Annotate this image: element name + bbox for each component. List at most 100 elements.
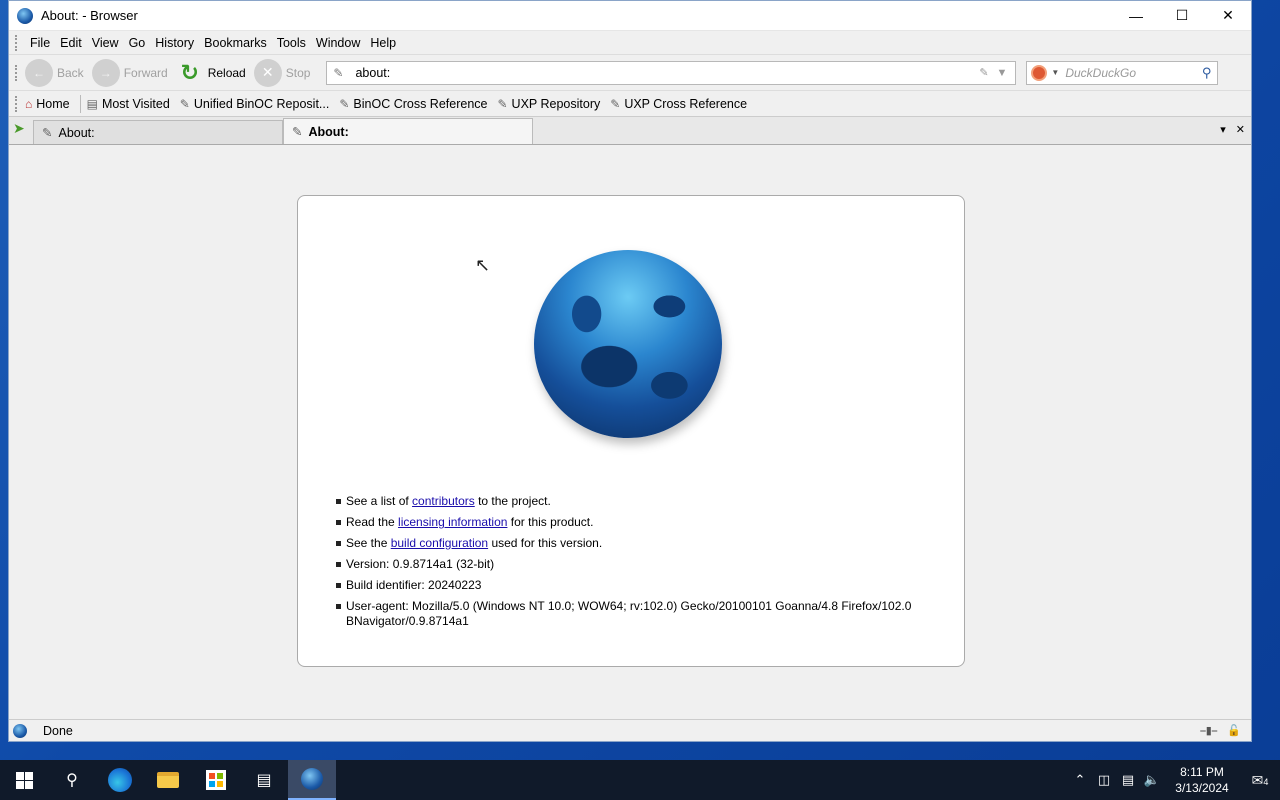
- version-info: Version: 0.9.8714a1 (32-bit): [334, 557, 934, 572]
- browser-globe-icon: [17, 7, 33, 24]
- chevron-up-icon[interactable]: ⌃: [1068, 772, 1092, 788]
- taskbar: ⚲ ▤ ⌃ ◫ ▤ 🔈 8:11 PM 3/13/2024 ✉4: [0, 760, 1280, 800]
- menu-file[interactable]: File: [25, 36, 55, 50]
- bookmark-label: Home: [36, 96, 70, 111]
- user-agent: User-agent: Mozilla/5.0 (Windows NT 10.0…: [334, 599, 934, 629]
- bookmark-label: UXP Repository: [511, 96, 601, 111]
- list-item: See a list of contributors to the projec…: [334, 494, 934, 509]
- menu-view[interactable]: View: [87, 36, 124, 50]
- status-icons: ⎯▮⎯ 🔓: [1200, 724, 1241, 738]
- status-text: Done: [43, 723, 73, 738]
- bookmark-binoc-cross-reference[interactable]: ✎ BinOC Cross Reference: [339, 97, 487, 111]
- browser-window: About: - Browser — ☐ ✕ File Edit View Go…: [8, 0, 1252, 742]
- network-icon[interactable]: ▤: [1116, 772, 1140, 788]
- menu-go[interactable]: Go: [124, 36, 151, 50]
- forward-button[interactable]: → Forward: [91, 58, 168, 87]
- forward-arrow-icon: →: [91, 58, 120, 87]
- tab-about-2[interactable]: ✎ About:: [283, 118, 533, 144]
- bookmarks-toolbar: ⌂ Home ▤ Most Visited ✎ Unified BinOC Re…: [9, 91, 1251, 117]
- toolbar-grip[interactable]: [15, 95, 19, 112]
- date: 3/13/2024: [1175, 781, 1229, 795]
- reload-button[interactable]: ↻ Reload: [176, 59, 246, 87]
- reload-icon: ↻: [180, 59, 199, 85]
- clock[interactable]: 8:11 PM 3/13/2024: [1164, 764, 1240, 796]
- window-title: About: - Browser: [41, 8, 138, 23]
- url-bar[interactable]: ✎ about: ✎ ▼: [326, 60, 1017, 85]
- search-input[interactable]: DuckDuckGo: [1065, 66, 1202, 80]
- window-controls: — ☐ ✕: [1113, 1, 1251, 31]
- bookmark-home[interactable]: ⌂ Home: [25, 97, 70, 111]
- tab-bar: ➤ ✎ About: ✎ About: ▾ ✕: [9, 117, 1251, 145]
- search-engine-dropdown-icon[interactable]: ▼: [1051, 68, 1059, 77]
- tab-list-icon[interactable]: ▾: [1220, 123, 1226, 136]
- start-button[interactable]: [0, 760, 48, 800]
- store-icon[interactable]: [192, 760, 240, 800]
- notification-icon[interactable]: ✉4: [1240, 772, 1280, 789]
- toolbar-grip[interactable]: [15, 34, 19, 51]
- search-icon[interactable]: ⚲: [48, 760, 96, 800]
- licensing-link[interactable]: licensing information: [398, 515, 507, 529]
- bookmark-label: Most Visited: [101, 96, 170, 111]
- url-value[interactable]: about:: [355, 66, 979, 80]
- toolbar-grip[interactable]: [15, 64, 19, 81]
- menu-bar: File Edit View Go History Bookmarks Tool…: [9, 31, 1251, 55]
- build-identifier: Build identifier: 20240223: [334, 578, 934, 593]
- menu-tools[interactable]: Tools: [272, 36, 311, 50]
- page-icon: ✎: [292, 125, 303, 139]
- edge-icon[interactable]: [96, 760, 144, 800]
- page-icon: ✎: [339, 96, 350, 111]
- page-icon: ✎: [179, 96, 190, 111]
- text: See a list of: [346, 494, 413, 508]
- reload-label: Reload: [207, 65, 246, 80]
- windows-logo-icon: [15, 771, 33, 789]
- folder-icon: ▤: [86, 96, 98, 111]
- bookmark-most-visited[interactable]: ▤ Most Visited: [87, 97, 170, 111]
- page-icon: ✎: [333, 65, 344, 80]
- bookmark-label: UXP Cross Reference: [624, 96, 748, 111]
- file-explorer-icon[interactable]: [144, 760, 192, 800]
- contributors-link[interactable]: contributors: [412, 494, 475, 508]
- close-button[interactable]: ✕: [1205, 1, 1251, 31]
- app-icon[interactable]: ▤: [240, 760, 288, 800]
- search-icon[interactable]: ⚲: [1202, 65, 1212, 81]
- text: for this product.: [507, 515, 594, 529]
- bookmark-uxp-cross-reference[interactable]: ✎ UXP Cross Reference: [610, 97, 747, 111]
- stop-button[interactable]: ✕ Stop: [253, 58, 310, 87]
- bookmark-uxp-repository[interactable]: ✎ UXP Repository: [497, 97, 600, 111]
- bookmark-unified-binoc[interactable]: ✎ Unified BinOC Reposit...: [180, 97, 330, 111]
- build-configuration-link[interactable]: build configuration: [391, 536, 488, 550]
- page-content: See a list of contributors to the projec…: [9, 147, 1251, 719]
- menu-history[interactable]: History: [150, 36, 199, 50]
- menu-window[interactable]: Window: [311, 36, 365, 50]
- back-button[interactable]: ← Back: [25, 58, 84, 87]
- list-item: See the build configuration used for thi…: [334, 536, 934, 551]
- minimize-button[interactable]: —: [1113, 1, 1159, 31]
- title-bar[interactable]: About: - Browser — ☐ ✕: [9, 1, 1251, 31]
- mouse-cursor-icon: ↖: [475, 255, 491, 275]
- tab-label: About:: [308, 124, 349, 139]
- browser-taskbar-icon[interactable]: [288, 760, 336, 800]
- bookmark-page-icon[interactable]: ✎: [979, 66, 988, 79]
- text: to the project.: [474, 494, 551, 508]
- back-label: Back: [57, 65, 84, 80]
- menu-bookmarks[interactable]: Bookmarks: [199, 36, 272, 50]
- maximize-button[interactable]: ☐: [1159, 1, 1205, 31]
- url-dropdown-icon[interactable]: ▼: [997, 67, 1008, 79]
- search-bar[interactable]: ▼ DuckDuckGo ⚲: [1026, 60, 1219, 85]
- menu-edit[interactable]: Edit: [55, 36, 87, 50]
- tab-about-1[interactable]: ✎ About:: [33, 120, 283, 144]
- volume-icon[interactable]: 🔈: [1140, 772, 1164, 788]
- status-bar: Done ⎯▮⎯ 🔓: [9, 719, 1251, 741]
- status-globe-icon: [13, 723, 27, 738]
- connection-icon[interactable]: ⎯▮⎯: [1200, 724, 1217, 738]
- page-icon: ✎: [610, 96, 621, 111]
- duckduckgo-icon[interactable]: [1031, 64, 1048, 81]
- bookmark-separator: [79, 94, 81, 113]
- back-arrow-icon: ←: [25, 58, 53, 87]
- security-lock-icon[interactable]: 🔓: [1227, 724, 1241, 738]
- navigation-toolbar: ← Back → Forward ↻ Reload ✕ Stop ✎ about…: [9, 55, 1251, 91]
- new-tab-icon[interactable]: ➤: [13, 120, 33, 140]
- close-tab-icon[interactable]: ✕: [1236, 123, 1245, 136]
- menu-help[interactable]: Help: [365, 36, 401, 50]
- device-icon[interactable]: ◫: [1092, 772, 1116, 788]
